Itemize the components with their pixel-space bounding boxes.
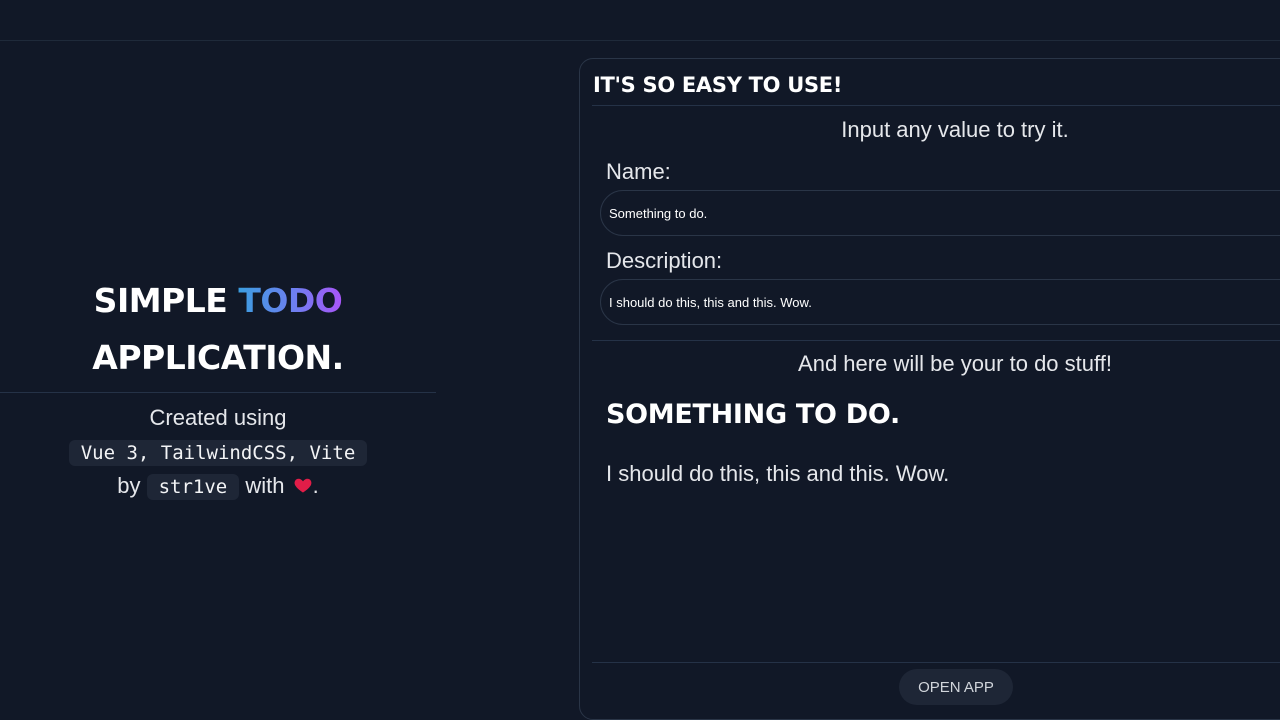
todo-preview-description: I should do this, this and this. Wow. — [606, 461, 950, 486]
hero-title-part1: SIMPLE — [93, 281, 239, 320]
preview-intro: And here will be your to do stuff! — [798, 351, 1112, 376]
name-input[interactable] — [600, 190, 1280, 236]
description-input[interactable] — [600, 279, 1280, 325]
form-divider — [592, 340, 1280, 341]
tech-stack-chip: Vue 3, TailwindCSS, Vite — [68, 440, 368, 467]
hero-divider — [0, 392, 436, 393]
with-text: with — [245, 473, 285, 498]
end-text: . — [312, 473, 319, 498]
footer-divider — [592, 662, 1280, 663]
hero-section: SIMPLE TODO APPLICATION. Created using V… — [0, 272, 436, 503]
card-header-divider — [592, 105, 1280, 106]
demo-card: IT'S SO EASY TO USE! Input any value to … — [579, 58, 1280, 720]
created-using-line: Created using — [0, 401, 436, 435]
hero-title-part2: APPLICATION. — [92, 338, 344, 377]
card-intro: Input any value to try it. — [841, 117, 1069, 142]
tech-stack-line: Vue 3, TailwindCSS, Vite — [0, 435, 436, 469]
author-line: by str1ve with . — [0, 469, 436, 503]
todo-preview-title: SOMETHING TO DO. — [606, 399, 900, 430]
top-bar — [0, 0, 1280, 41]
name-label: Name: — [606, 159, 671, 184]
description-label: Description: — [606, 248, 723, 273]
author-chip: str1ve — [146, 474, 240, 501]
hero-title: SIMPLE TODO APPLICATION. — [0, 272, 436, 386]
by-text: by — [117, 473, 141, 498]
created-using-text: Created using — [149, 405, 287, 430]
open-app-button[interactable]: OPEN APP — [899, 669, 1013, 705]
hero-title-accent: TODO — [238, 281, 343, 320]
card-header: IT'S SO EASY TO USE! — [593, 73, 843, 97]
heart-icon — [293, 475, 313, 495]
